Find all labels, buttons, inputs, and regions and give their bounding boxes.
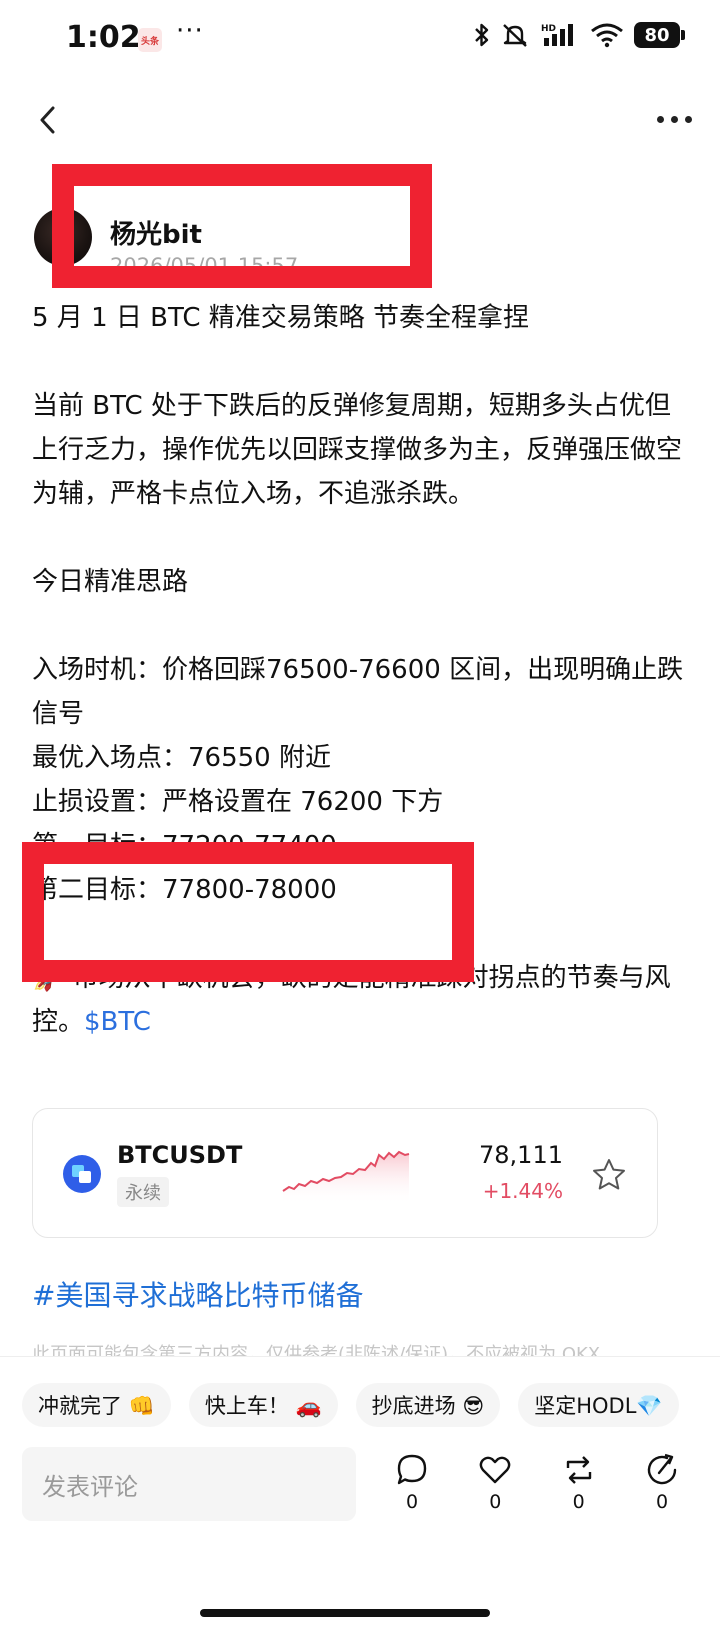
bottom-bar: 冲就完了 👊 快上车！ 🚗 抄底进场 😎 坚定HODL💎 发表评论 0 0 0 … — [0, 1356, 720, 1640]
price-sparkline — [282, 1150, 410, 1205]
hashtag-link[interactable]: #美国寻求战略比特币储备 — [32, 1274, 363, 1314]
chip-buy-dip[interactable]: 抄底进场 😎 — [355, 1383, 501, 1427]
more-notifications-indicator: ··· — [176, 16, 204, 46]
highlight-box-author — [52, 164, 432, 288]
mute-icon — [503, 24, 527, 47]
like-button[interactable]: 0 — [465, 1453, 525, 1513]
ticker-change: +1.44% — [482, 1179, 563, 1203]
like-count: 0 — [489, 1491, 502, 1513]
ticker-card[interactable]: BTCUSDT 永续 78,111 +1.44% — [32, 1108, 658, 1238]
back-button[interactable] — [28, 100, 68, 140]
share-icon — [647, 1453, 677, 1485]
share-count: 0 — [655, 1491, 669, 1513]
svg-text:HD: HD — [541, 24, 556, 34]
chip-get-in[interactable]: 快上车！ 🚗 — [188, 1383, 338, 1427]
status-icons: HD 80 — [474, 22, 685, 48]
best-entry-point: 最优入场点：76550 附近 — [32, 743, 331, 773]
back-icon — [40, 106, 55, 134]
home-indicator[interactable] — [200, 1609, 490, 1617]
chip-charge[interactable]: 冲就完了 👊 — [22, 1383, 171, 1427]
ticker-price: 78,111 — [479, 1141, 563, 1169]
star-icon — [593, 1159, 625, 1190]
wifi-icon — [591, 23, 623, 48]
entry-timing: 入场时机：价格回踩76500-76600 区间，出现明确止跌信号 — [32, 655, 684, 729]
like-icon — [480, 1456, 511, 1484]
signal-icon: HD — [541, 24, 573, 46]
ticker-link[interactable]: $BTC — [84, 1007, 151, 1037]
comment-count: 0 — [405, 1491, 419, 1513]
highlight-box-targets — [22, 842, 474, 982]
share-button[interactable]: 0 — [632, 1453, 692, 1513]
app-notification-icon: 头条 — [138, 28, 162, 52]
status-time: 1:02 — [66, 20, 141, 55]
repost-count: 0 — [572, 1491, 585, 1513]
chip-hodl[interactable]: 坚定HODL💎 — [518, 1383, 679, 1427]
comment-button[interactable]: 0 — [382, 1453, 442, 1513]
post-actions: 0 0 0 0 — [382, 1453, 692, 1513]
repost-icon — [566, 1456, 591, 1484]
battery-icon: 80 — [634, 22, 685, 48]
more-options-button[interactable] — [648, 104, 700, 134]
post-title: 5 月 1 日 BTC 精准交易策略 节奏全程拿捏 — [32, 303, 530, 333]
quick-reply-chips: 冲就完了 👊 快上车！ 🚗 抄底进场 😎 坚定HODL💎 — [22, 1383, 679, 1427]
repost-button[interactable]: 0 — [549, 1453, 609, 1513]
contract-tag: 永续 — [117, 1177, 169, 1207]
section-heading: 今日精准思路 — [32, 567, 189, 597]
favorite-button[interactable] — [591, 1157, 627, 1193]
status-bar: 1:02 头条 ··· HD 80 — [0, 0, 720, 80]
bluetooth-icon — [475, 23, 489, 47]
ticker-symbol: BTCUSDT — [117, 1141, 243, 1169]
comment-icon — [397, 1454, 427, 1485]
comment-input[interactable]: 发表评论 — [22, 1447, 356, 1521]
post-intro: 当前 BTC 处于下跌后的反弹修复周期，短期多头占优但上行乏力，操作优先以回踩支… — [32, 391, 683, 509]
more-icon — [656, 115, 664, 123]
stop-loss: 止损设置：严格设置在 76200 下方 — [32, 787, 444, 817]
coin-icon — [63, 1155, 101, 1193]
